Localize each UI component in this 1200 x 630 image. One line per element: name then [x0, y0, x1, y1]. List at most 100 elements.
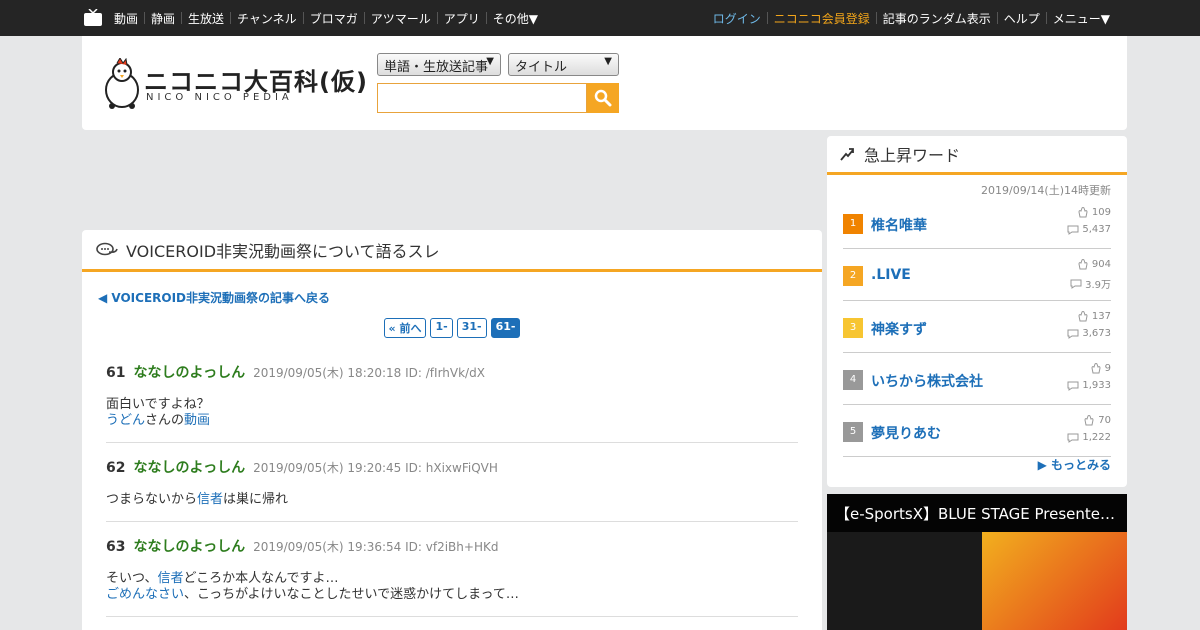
post-divider	[106, 442, 798, 443]
updated-timestamp: 2019/09/14(土)14時更新	[981, 184, 1111, 197]
comment-count: 3.9万	[1085, 280, 1111, 291]
rank-badge: 5	[843, 422, 863, 442]
clap-count: 9	[1104, 363, 1111, 374]
trending-item[interactable]: 3 神楽すず 137 3,673	[843, 301, 1111, 353]
comment-icon	[1067, 329, 1079, 339]
banner-title: 【e-SportsX】BLUE STAGE Presente…	[827, 494, 1127, 532]
trending-word-link[interactable]: .LIVE	[871, 267, 911, 283]
nav-atsumaru[interactable]: アツマール	[365, 10, 437, 27]
post-divider	[106, 616, 798, 617]
nav-douga[interactable]: 動画	[108, 10, 144, 27]
nav-blomaga[interactable]: ブロマガ	[304, 10, 364, 27]
mascot-logo-icon	[105, 58, 139, 109]
trending-item[interactable]: 1 椎名唯華 109 5,437	[843, 197, 1111, 249]
post-date: 2019/09/05(木) 18:20:18 ID: /fIrhVk/dX	[253, 366, 485, 380]
random-article-link[interactable]: 記事のランダム表示	[877, 10, 997, 27]
thread-panel: VOICEROID非実況動画祭について語るスレ ◀ VOICEROID非実況動画…	[82, 230, 822, 630]
post-author: ななしのよっしん	[133, 365, 246, 381]
post-number[interactable]: 63	[106, 539, 125, 555]
category-select[interactable]: 単語・生放送記事 ▼	[377, 53, 501, 76]
pagination: « 前へ 1- 31- 61-	[82, 318, 822, 338]
post-date: 2019/09/05(木) 19:36:54 ID: vf2iBh+HKd	[253, 540, 499, 554]
esports-banner[interactable]: 【e-SportsX】BLUE STAGE Presente…	[827, 494, 1127, 630]
post-body: 面白いですよね？ うどんさんの動画	[106, 397, 211, 428]
keyword-link[interactable]: うどん	[106, 413, 145, 428]
trending-word-link[interactable]: 夢見りあむ	[871, 423, 941, 443]
menu-dropdown[interactable]: メニュー▼	[1047, 10, 1116, 27]
pager-page-31[interactable]: 31-	[456, 318, 487, 338]
trending-word-link[interactable]: 椎名唯華	[871, 215, 927, 235]
play-arrow-icon: ▶	[1037, 458, 1047, 472]
clap-count: 904	[1091, 259, 1111, 270]
keyword-link[interactable]: 動画	[184, 413, 210, 428]
top-navigation-bar: 動画 静画 生放送 チャンネル ブロマガ アツマール アプリ その他▼ ログイン…	[0, 0, 1200, 36]
site-header: ニコニコ大百科(仮) NICO NICO PEDIA 単語・生放送記事 ▼ タイト…	[82, 36, 1127, 130]
post-item: 63 ななしのよっしん 2019/09/05(木) 19:36:54 ID: vf2…	[106, 536, 798, 603]
post-item: 62 ななしのよっしん 2019/09/05(木) 19:20:45 ID: hXi…	[106, 457, 798, 508]
trending-up-icon	[840, 148, 854, 161]
brand-subtitle: NICO NICO PEDIA	[146, 92, 293, 103]
post-date: 2019/09/05(木) 19:20:45 ID: hXixwFiQVH	[253, 461, 498, 475]
tv-logo-icon[interactable]	[84, 9, 102, 26]
comment-icon	[1067, 225, 1079, 235]
trending-words-panel: 急上昇ワード 2019/09/14(土)14時更新 1 椎名唯華 109 5,437 2…	[827, 136, 1127, 487]
comment-count: 1,933	[1082, 380, 1111, 391]
trending-word-link[interactable]: 神楽すず	[871, 319, 927, 339]
keyword-link[interactable]: ごめんなさい	[106, 587, 184, 602]
back-to-article-link[interactable]: ◀ VOICEROID非実況動画祭の記事へ戻る	[98, 289, 330, 306]
dropdown-arrow-icon: ▼	[486, 56, 494, 67]
chat-bubbles-icon	[96, 242, 118, 255]
more-link[interactable]: ▶ もっとみる	[1038, 456, 1111, 473]
comment-count: 1,222	[1082, 432, 1111, 443]
dropdown-arrow-icon: ▼	[604, 56, 612, 67]
trending-item[interactable]: 4 いちから株式会社 9 1,933	[843, 353, 1111, 405]
clap-icon	[1078, 259, 1088, 270]
thread-header: VOICEROID非実況動画祭について語るスレ	[82, 230, 822, 272]
trending-word-link[interactable]: いちから株式会社	[871, 371, 983, 391]
post-number[interactable]: 62	[106, 460, 125, 476]
banner-image-left	[827, 532, 982, 630]
pager-page-61[interactable]: 61-	[490, 318, 521, 338]
nav-seiga[interactable]: 静画	[145, 10, 181, 27]
post-author: ななしのよっしん	[133, 460, 246, 476]
comment-icon	[1070, 279, 1082, 289]
clap-icon	[1084, 415, 1094, 426]
field-select[interactable]: タイトル ▼	[508, 53, 619, 76]
rank-badge: 3	[843, 318, 863, 338]
clap-icon	[1091, 363, 1101, 374]
clap-count: 137	[1091, 311, 1111, 322]
post-number[interactable]: 61	[106, 365, 125, 381]
nav-live[interactable]: 生放送	[182, 10, 230, 27]
search-input[interactable]	[377, 83, 587, 113]
account-menu: ログイン ニコニコ会員登録 記事のランダム表示 ヘルプ メニュー▼	[707, 0, 1116, 36]
trending-item[interactable]: 2 .LIVE 904 3.9万	[843, 249, 1111, 301]
post-item: 61 ななしのよっしん 2019/09/05(木) 18:20:18 ID: /fI…	[106, 362, 798, 429]
nav-other-dropdown[interactable]: その他▼	[487, 10, 544, 27]
service-menu: 動画 静画 生放送 チャンネル ブロマガ アツマール アプリ その他▼	[108, 0, 544, 36]
clap-icon	[1078, 207, 1088, 218]
rank-badge: 1	[843, 214, 863, 234]
search-button[interactable]	[587, 83, 619, 113]
clap-count: 109	[1091, 207, 1111, 218]
pager-prev[interactable]: « 前へ	[383, 318, 427, 338]
post-divider	[106, 521, 798, 522]
search-icon	[594, 89, 612, 107]
banner-image-right	[982, 532, 1127, 630]
thread-title: VOICEROID非実況動画祭について語るスレ	[126, 241, 440, 261]
trending-item[interactable]: 5 夢見りあむ 70 1,222	[843, 405, 1111, 457]
rank-badge: 2	[843, 266, 863, 286]
post-body: そいつ、信者どころか本人なんですよ… ごめんなさい、こっちがよけいなことしたせい…	[106, 571, 519, 602]
register-link[interactable]: ニコニコ会員登録	[768, 10, 876, 27]
login-link[interactable]: ログイン	[707, 10, 767, 27]
comment-count: 5,437	[1082, 224, 1111, 235]
nav-app[interactable]: アプリ	[438, 10, 486, 27]
post-author: ななしのよっしん	[133, 539, 246, 555]
keyword-link[interactable]: 信者	[197, 492, 223, 507]
help-link[interactable]: ヘルプ	[998, 10, 1046, 27]
post-body: つまらないから信者は巣に帰れ	[106, 492, 289, 507]
site-logo[interactable]: ニコニコ大百科(仮) NICO NICO PEDIA	[100, 56, 367, 112]
keyword-link[interactable]: 信者	[157, 571, 183, 586]
nav-channel[interactable]: チャンネル	[231, 10, 303, 27]
pager-page-1[interactable]: 1-	[430, 318, 453, 338]
comment-icon	[1067, 433, 1079, 443]
